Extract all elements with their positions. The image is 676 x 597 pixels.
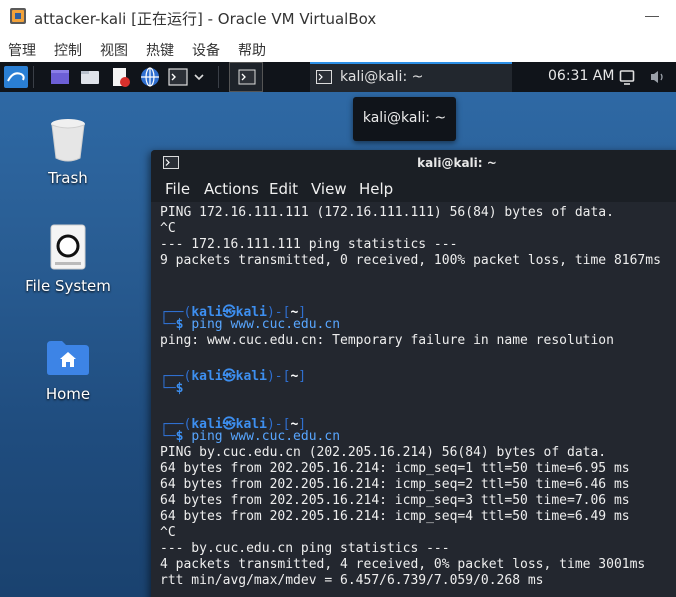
output-line: ^C: [160, 525, 176, 540]
terminal-icon: [238, 69, 256, 85]
menu-actions[interactable]: Actions: [204, 180, 259, 198]
terminal-output[interactable]: PING 172.16.111.111 (172.16.111.111) 56(…: [151, 202, 676, 597]
desktop-icon-label: Home: [45, 385, 91, 403]
taskbar-tooltip: kali@kali: ~: [353, 97, 456, 141]
volume-icon[interactable]: [649, 69, 667, 85]
desktop-icon-label: Trash: [48, 169, 88, 187]
panel-clock[interactable]: 06:31 AM: [548, 68, 614, 84]
output-line: 64 bytes from 202.205.16.214: icmp_seq=3…: [160, 493, 630, 508]
panel-separator: [218, 66, 219, 88]
workspace-icon[interactable]: [50, 67, 70, 87]
menu-edit[interactable]: Edit: [269, 180, 298, 198]
terminal-menubar: File Actions Edit View Help: [151, 176, 676, 202]
output-line: 64 bytes from 202.205.16.214: icmp_seq=4…: [160, 509, 630, 524]
window-title: attacker-kali [正在运行] - Oracle VM Virtual…: [34, 10, 377, 28]
workspace-switcher[interactable]: [229, 62, 263, 92]
terminal-launcher-icon[interactable]: [168, 67, 188, 87]
desktop-icon-home[interactable]: Home: [23, 330, 113, 410]
menu-control[interactable]: 控制: [54, 40, 82, 60]
taskbar-terminal-label: kali@kali: ~: [340, 69, 424, 85]
trash-icon: [51, 119, 85, 162]
home-folder-icon: [47, 341, 89, 375]
terminal-icon: [316, 70, 332, 84]
virtualbox-icon: [10, 8, 26, 24]
output-line: 64 bytes from 202.205.16.214: icmp_seq=2…: [160, 477, 630, 492]
terminal-titlebar[interactable]: kali@kali: ~: [151, 150, 676, 176]
output-line: PING by.cuc.edu.cn (202.205.16.214) 56(8…: [160, 445, 607, 460]
terminal-window[interactable]: kali@kali: ~ File Actions Edit View Help…: [151, 150, 676, 597]
text-editor-icon[interactable]: [110, 67, 130, 87]
output-line: --- by.cuc.edu.cn ping statistics ---: [160, 541, 450, 556]
output-line: 9 packets transmitted, 0 received, 100% …: [160, 253, 661, 268]
file-manager-icon[interactable]: [80, 67, 100, 87]
vm-screen: kali@kali: ~ 06:31 AM Trash File System …: [0, 62, 676, 597]
menu-help[interactable]: 帮助: [238, 40, 266, 60]
browser-icon[interactable]: [140, 67, 160, 87]
menu-manage[interactable]: 管理: [8, 40, 36, 60]
menu-devices[interactable]: 设备: [192, 40, 220, 60]
desktop-icon-trash[interactable]: Trash: [23, 114, 113, 194]
output-line: ping: www.cuc.edu.cn: Temporary failure …: [160, 333, 614, 348]
desktop-icon-file-system[interactable]: File System: [23, 222, 113, 302]
kali-menu-icon[interactable]: [4, 66, 28, 88]
output-line: ^C: [160, 221, 176, 236]
notification-icon[interactable]: [619, 69, 635, 85]
tooltip-text: kali@kali: ~: [362, 110, 447, 126]
menu-file[interactable]: File: [165, 180, 190, 198]
terminal-title: kali@kali: ~: [417, 156, 497, 170]
menu-hotkeys[interactable]: 热键: [146, 40, 174, 60]
output-line: rtt min/avg/max/mdev = 6.457/6.739/7.059…: [160, 573, 544, 588]
minimize-button[interactable]: [645, 16, 659, 17]
host-menubar: 管理 控制 视图 热键 设备 帮助: [0, 36, 676, 62]
command-line: └─$ ping www.cuc.edu.cn: [160, 429, 341, 444]
command-line: └─$: [160, 381, 184, 396]
desktop-icon-label: File System: [25, 277, 111, 295]
output-line: 4 packets transmitted, 4 received, 0% pa…: [160, 557, 646, 572]
output-line: PING 172.16.111.111 (172.16.111.111) 56(…: [160, 205, 614, 220]
output-line: 64 bytes from 202.205.16.214: icmp_seq=1…: [160, 461, 630, 476]
menu-view[interactable]: View: [311, 180, 347, 198]
output-line: --- 172.16.111.111 ping statistics ---: [160, 237, 458, 252]
panel-separator: [33, 66, 34, 88]
xfce-panel: kali@kali: ~ 06:31 AM: [0, 62, 676, 92]
taskbar-terminal-button[interactable]: kali@kali: ~: [310, 62, 512, 92]
chevron-down-icon[interactable]: [192, 67, 206, 87]
menu-view[interactable]: 视图: [100, 40, 128, 60]
command-line: └─$ ping www.cuc.edu.cn: [160, 317, 341, 332]
menu-help[interactable]: Help: [359, 180, 393, 198]
window-titlebar: attacker-kali [正在运行] - Oracle VM Virtual…: [0, 0, 676, 36]
drive-icon: [50, 224, 86, 270]
